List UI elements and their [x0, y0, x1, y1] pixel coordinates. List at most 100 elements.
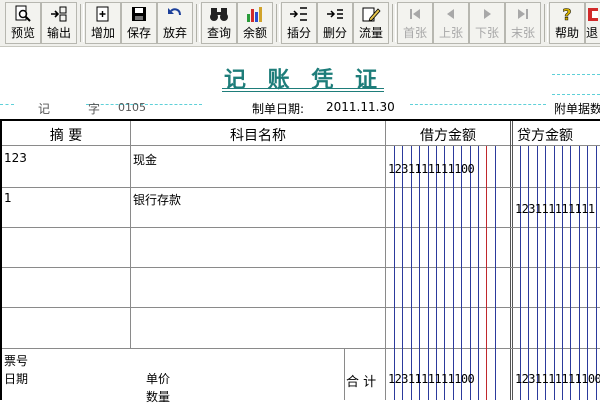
- amount-grid-line: [469, 146, 471, 400]
- last-label: 末张: [510, 26, 535, 40]
- credit-header: 贷方金额: [517, 128, 573, 144]
- dashed-divider: [552, 94, 600, 95]
- help-button[interactable]: ? 帮助: [549, 2, 585, 44]
- amount-grid-line: [402, 146, 404, 400]
- undo-icon: [166, 3, 184, 25]
- debit-total: 1231111111100: [388, 372, 475, 386]
- amount-grid-line: [461, 146, 463, 400]
- delete-entry-label: 删分: [322, 26, 347, 40]
- credit-total: 1231111111100: [515, 372, 600, 386]
- voucher-type: 记: [38, 102, 51, 116]
- amount-grid-line: [545, 146, 547, 400]
- amount-grid-line: [478, 146, 479, 400]
- row-divider: [2, 227, 600, 228]
- row-1-account[interactable]: 现金: [133, 151, 157, 168]
- row-1-debit[interactable]: 1231111111100: [388, 162, 475, 176]
- pencil-icon: [361, 3, 381, 25]
- row-divider: [2, 307, 600, 308]
- dashed-divider: [552, 74, 600, 75]
- column-divider: [385, 121, 386, 400]
- exit-label: 退: [586, 26, 599, 40]
- amount-grid-line: [486, 146, 488, 400]
- amount-grid-line: [427, 146, 429, 400]
- summary-header: 摘 要: [49, 128, 83, 144]
- voucher-number[interactable]: 0105: [118, 101, 146, 114]
- column-divider: [512, 121, 513, 400]
- ticket-label: 票号: [4, 354, 29, 368]
- account-header: 科目名称: [230, 128, 286, 144]
- export-button[interactable]: 输出: [41, 2, 77, 44]
- save-icon: [130, 3, 148, 25]
- svg-text:?: ?: [562, 5, 571, 23]
- voucher-number-label: 字: [88, 102, 101, 116]
- insert-entry-label: 插分: [286, 26, 311, 40]
- amount-grid-line: [587, 146, 589, 400]
- exit-icon: [586, 3, 600, 25]
- delete-entry-button[interactable]: 删分: [317, 2, 353, 44]
- balance-label: 余额: [242, 26, 267, 40]
- next-button[interactable]: 下张: [469, 2, 505, 44]
- column-divider: [344, 349, 345, 400]
- first-icon: [406, 3, 424, 25]
- toolbar: 预览 输出 增加 保存 放弃 查询 余额 插分 删分 流量 首张 上张 下张 末…: [0, 0, 600, 47]
- amount-grid-line: [595, 146, 597, 400]
- amount-grid-line: [419, 146, 421, 400]
- add-label: 增加: [90, 26, 115, 40]
- cash-flow-button[interactable]: 流量: [353, 2, 389, 44]
- bar-chart-icon: [245, 3, 265, 25]
- toolbar-separator: [196, 4, 200, 42]
- row-2-account[interactable]: 银行存款: [133, 191, 181, 208]
- insert-entry-icon: [289, 3, 309, 25]
- previous-button[interactable]: 上张: [433, 2, 469, 44]
- attachments-label: 附单据数: [554, 102, 600, 116]
- preview-icon: [14, 3, 32, 25]
- amount-grid-line: [578, 146, 580, 400]
- balance-button[interactable]: 余额: [237, 2, 273, 44]
- column-divider: [130, 121, 131, 349]
- amount-grid-line: [528, 146, 530, 400]
- discard-label: 放弃: [162, 26, 187, 40]
- query-button[interactable]: 查询: [201, 2, 237, 44]
- toolbar-separator: [544, 4, 548, 42]
- total-label: 合 计: [346, 375, 377, 390]
- table-left-border: [0, 119, 2, 400]
- save-button[interactable]: 保存: [121, 2, 157, 44]
- row-1-summary[interactable]: 123: [4, 151, 27, 165]
- preview-button[interactable]: 预览: [5, 2, 41, 44]
- preview-label: 预览: [10, 26, 35, 40]
- row-divider: [2, 267, 600, 268]
- last-button[interactable]: 末张: [505, 2, 541, 44]
- amount-grid-line: [436, 146, 437, 400]
- amount-grid-line: [452, 146, 454, 400]
- prev-icon: [442, 3, 460, 25]
- voucher-title: 记 账 凭 证: [224, 67, 384, 93]
- binoculars-icon: [209, 3, 229, 25]
- delete-entry-icon: [325, 3, 345, 25]
- footer-date-label: 日期: [4, 372, 29, 386]
- amount-grid-line: [553, 146, 555, 400]
- voucher-date[interactable]: 2011.11.30: [326, 100, 395, 114]
- previous-label: 上张: [438, 26, 463, 40]
- exit-button[interactable]: 退: [585, 2, 600, 44]
- amount-grid-line: [494, 146, 496, 400]
- row-2-credit[interactable]: 123111111111: [515, 202, 595, 216]
- insert-entry-button[interactable]: 插分: [281, 2, 317, 44]
- row-2-summary[interactable]: 1: [4, 191, 12, 205]
- toolbar-separator: [80, 4, 84, 42]
- amount-grid-line: [536, 146, 538, 400]
- column-divider: [510, 121, 511, 400]
- add-button[interactable]: 增加: [85, 2, 121, 44]
- next-icon: [478, 3, 496, 25]
- next-label: 下张: [474, 26, 499, 40]
- row-divider: [2, 187, 600, 188]
- title-underline: [222, 88, 384, 89]
- last-icon: [514, 3, 532, 25]
- discard-button[interactable]: 放弃: [157, 2, 193, 44]
- price-label: 单价: [146, 372, 171, 386]
- export-label: 输出: [46, 26, 71, 40]
- first-button[interactable]: 首张: [397, 2, 433, 44]
- toolbar-separator: [392, 4, 396, 42]
- amount-grid-line: [410, 146, 412, 400]
- dashed-divider: [410, 104, 546, 105]
- amount-grid-line: [562, 146, 563, 400]
